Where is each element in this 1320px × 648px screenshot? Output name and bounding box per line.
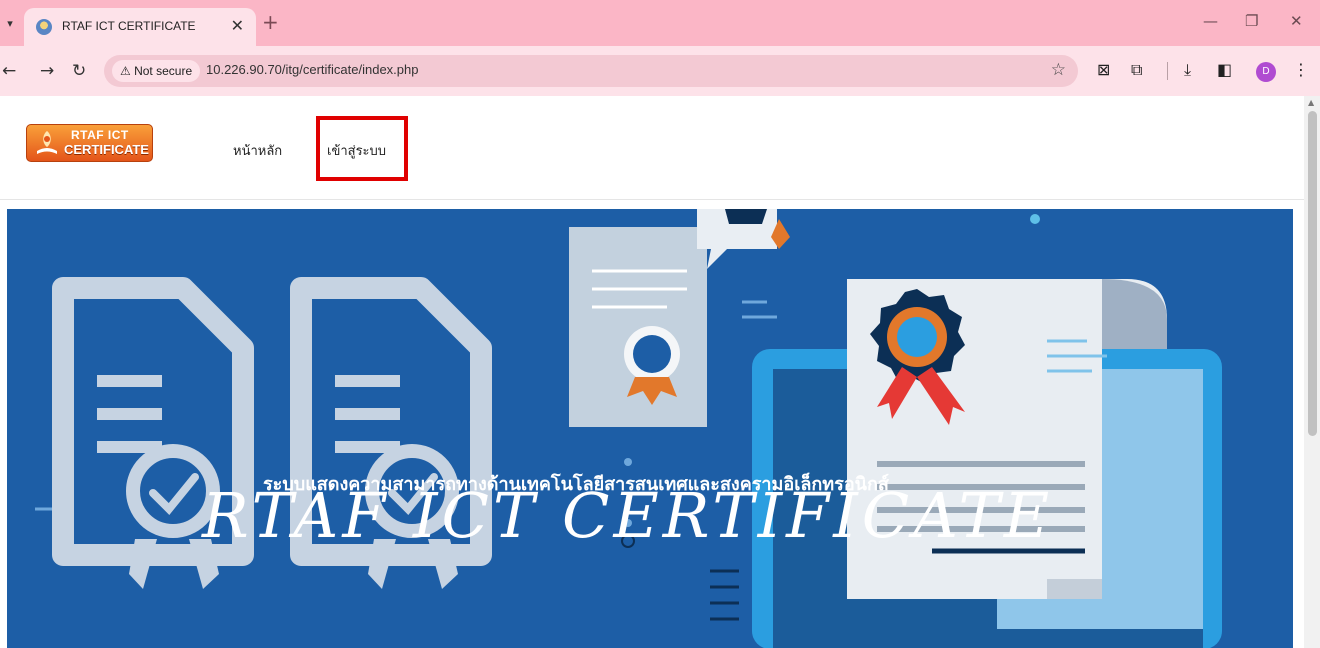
url-text[interactable]: 10.226.90.70/itg/certificate/index.php: [206, 62, 418, 77]
site-header: RTAF ICT CERTIFICATE หน้าหลัก เข้าสู่ระบ…: [0, 96, 1304, 200]
tab-close-icon[interactable]: ✕: [231, 16, 244, 35]
tab-title: RTAF ICT CERTIFICATE: [62, 19, 196, 33]
not-secure-label: Not secure: [134, 64, 193, 78]
hero-banner: RTAF ICT CERTIFICATE ระบบแสดงความสามารถท…: [7, 209, 1293, 648]
scroll-up-arrow-icon[interactable]: ▲: [1308, 98, 1314, 107]
forward-arrow-icon[interactable]: →: [40, 61, 54, 81]
browser-toolbar: ← → ↻ ⚠ Not secure 10.226.90.70/itg/cert…: [0, 46, 1320, 96]
menu-kebab-icon[interactable]: ⋮: [1293, 60, 1309, 80]
restore-icon[interactable]: ❐: [1245, 12, 1258, 30]
profile-avatar[interactable]: D: [1256, 62, 1276, 82]
login-highlight-box: [316, 116, 408, 181]
logo-text-rtaf-ict: RTAF ICT: [71, 128, 129, 142]
toolbar-divider: [1167, 62, 1168, 80]
browser-tab[interactable]: RTAF ICT CERTIFICATE ✕: [24, 8, 256, 46]
minimize-icon[interactable]: —: [1203, 12, 1218, 30]
back-arrow-icon[interactable]: ←: [2, 61, 16, 81]
side-panel-icon[interactable]: ◧: [1217, 60, 1232, 80]
browser-tab-strip: ▾ RTAF ICT CERTIFICATE ✕ + — ❐ ✕: [0, 0, 1320, 46]
address-bar[interactable]: ⚠ Not secure 10.226.90.70/itg/certificat…: [104, 55, 1078, 87]
site-favicon-icon: [36, 19, 52, 35]
certificate-illustration: [35, 209, 1222, 648]
tab-search-chevron-icon[interactable]: ▾: [0, 14, 20, 34]
hero-subtitle: ระบบแสดงความสามารถทางด้านเทคโนโลยีสารสนเ…: [263, 474, 889, 495]
extensions-puzzle-icon[interactable]: ⧉: [1131, 60, 1142, 80]
scrollbar-thumb[interactable]: [1308, 111, 1317, 436]
nav-home-link[interactable]: หน้าหลัก: [233, 140, 282, 161]
web-page: RTAF ICT CERTIFICATE หน้าหลัก เข้าสู่ระบ…: [0, 96, 1304, 648]
extension-x-icon[interactable]: ⊠: [1097, 60, 1110, 80]
rtaf-emblem-icon: [37, 131, 57, 154]
bookmark-star-icon[interactable]: ☆: [1051, 60, 1066, 80]
window-close-icon[interactable]: ✕: [1290, 12, 1303, 30]
logo-text-certificate: CERTIFICATE: [64, 142, 149, 157]
not-secure-badge[interactable]: ⚠ Not secure: [112, 60, 201, 82]
reload-icon[interactable]: ↻: [72, 61, 86, 81]
download-icon[interactable]: ⤓: [1184, 60, 1191, 80]
new-tab-plus-icon[interactable]: +: [262, 10, 279, 34]
site-logo[interactable]: RTAF ICT CERTIFICATE: [26, 124, 153, 162]
page-scrollbar[interactable]: ▲: [1304, 96, 1320, 648]
